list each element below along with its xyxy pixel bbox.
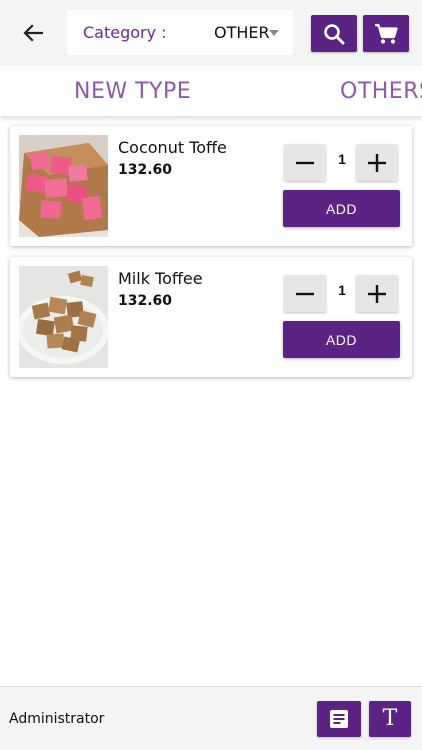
text-format-icon: T: [382, 706, 398, 731]
category-label: Category :: [83, 23, 167, 42]
category-value: OTHER: [214, 23, 270, 42]
back-button[interactable]: [18, 20, 48, 46]
category-select[interactable]: Category : OTHER: [67, 10, 293, 55]
plus-icon: [368, 284, 386, 303]
text-format-button[interactable]: T: [369, 701, 411, 737]
decrease-quantity-button[interactable]: [284, 144, 326, 181]
milk-toffee-image: [19, 266, 108, 368]
report-button[interactable]: [317, 701, 361, 737]
minus-icon: [296, 292, 314, 295]
minus-icon: [296, 161, 314, 164]
product-name: Coconut Toffe: [118, 138, 227, 157]
coconut-toffee-image: [19, 135, 108, 237]
arrow-left-icon: [23, 24, 43, 42]
user-name: Administrator: [9, 711, 105, 727]
category-tabs: NEW TYPE OTHERS: [0, 66, 422, 116]
increase-quantity-button[interactable]: [356, 144, 398, 181]
quantity-value: 1: [338, 151, 346, 167]
plus-icon: [368, 153, 386, 172]
add-button[interactable]: ADD: [283, 321, 400, 358]
product-name: Milk Toffee: [118, 269, 203, 288]
search-icon: [324, 23, 345, 44]
search-button[interactable]: [311, 15, 357, 52]
cart-icon: [375, 23, 398, 44]
cart-button[interactable]: [363, 15, 409, 52]
report-icon: [330, 710, 348, 728]
bottom-bar: Administrator T: [0, 686, 422, 750]
product-card: Milk Toffee 132.60 1 ADD: [10, 257, 412, 377]
tab-others[interactable]: OTHERS: [340, 79, 422, 104]
product-price: 132.60: [118, 293, 173, 309]
top-bar: Category : OTHER: [0, 0, 422, 66]
add-button[interactable]: ADD: [283, 190, 400, 227]
quantity-value: 1: [338, 282, 346, 298]
product-card: Coconut Toffe 132.60 1 ADD: [10, 126, 412, 246]
chevron-down-icon: [269, 30, 279, 36]
product-price: 132.60: [118, 162, 173, 178]
decrease-quantity-button[interactable]: [284, 275, 326, 312]
increase-quantity-button[interactable]: [356, 275, 398, 312]
tab-new-type[interactable]: NEW TYPE: [74, 79, 191, 104]
